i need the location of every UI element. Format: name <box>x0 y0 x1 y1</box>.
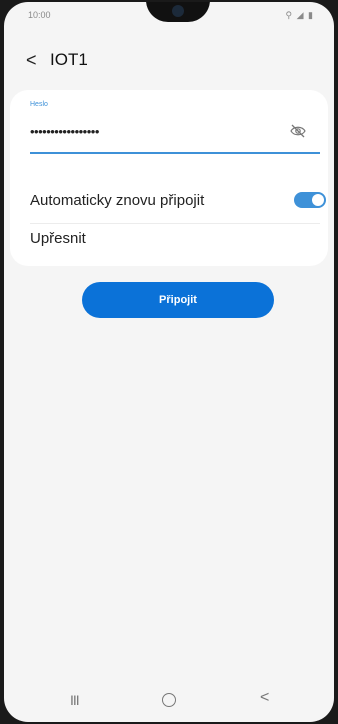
password-label: Heslo <box>30 101 48 108</box>
auto-reconnect-label: Automaticky znovu připojit <box>30 192 205 209</box>
divider <box>30 223 320 224</box>
phone-screen: 10:00 ⚲ ◢ ▮ < IOT1 Heslo •••••••••••••••… <box>4 2 334 722</box>
wifi-settings-card: Heslo ••••••••••••••••• Automaticky znov… <box>10 90 328 266</box>
password-underline <box>30 152 320 154</box>
recents-icon[interactable]: III <box>70 692 80 708</box>
password-field[interactable]: ••••••••••••••••• <box>30 124 99 139</box>
connect-button[interactable]: Připojit <box>82 282 274 318</box>
eye-slash-icon[interactable] <box>290 124 306 143</box>
status-bar: 10:00 ⚲ ◢ ▮ <box>4 2 334 26</box>
status-time: 10:00 <box>28 10 51 20</box>
auto-reconnect-row[interactable]: Automaticky znovu připojit <box>30 190 328 214</box>
header: < IOT1 <box>26 48 88 72</box>
back-arrow-icon[interactable]: < <box>26 51 40 69</box>
toggle-knob <box>312 194 324 206</box>
auto-reconnect-toggle[interactable] <box>294 192 326 208</box>
advanced-item[interactable]: Upřesnit <box>30 230 86 247</box>
nav-back-icon[interactable]: < <box>260 689 269 707</box>
status-icons: ⚲ ◢ ▮ <box>285 10 314 20</box>
page-title: IOT1 <box>50 50 88 69</box>
home-icon[interactable] <box>162 693 176 707</box>
navigation-bar: III < <box>4 682 334 722</box>
